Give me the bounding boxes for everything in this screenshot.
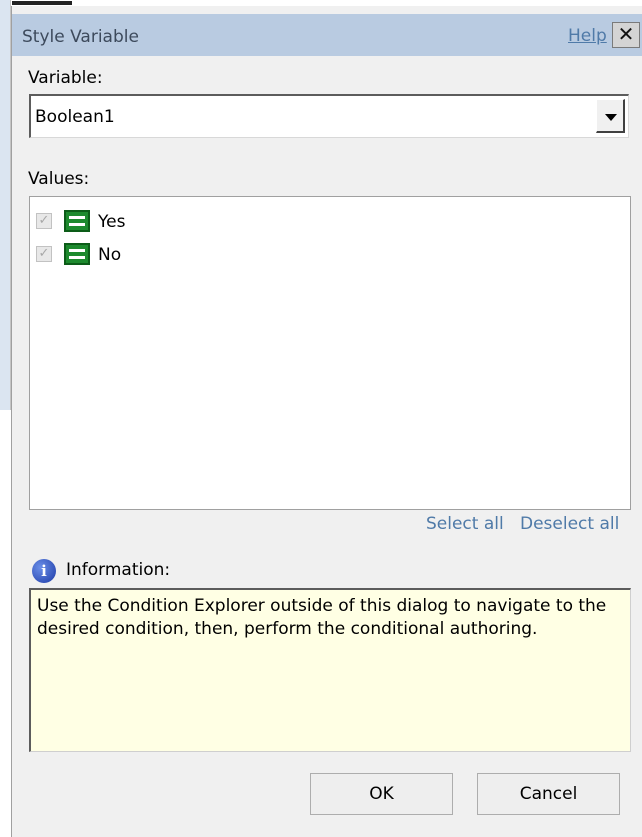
value-label-no: No: [98, 245, 122, 265]
value-checkbox-no[interactable]: ✓: [36, 246, 52, 262]
cancel-button[interactable]: Cancel: [477, 773, 620, 815]
help-link[interactable]: Help: [568, 26, 607, 46]
background-app-text: [12, 1, 72, 5]
values-label: Values:: [28, 169, 90, 189]
value-checkbox-yes[interactable]: ✓: [36, 213, 52, 229]
information-text: Use the Condition Explorer outside of th…: [29, 588, 631, 752]
boolean-value-icon: [64, 210, 90, 232]
close-button[interactable]: ✕: [612, 22, 640, 48]
boolean-value-icon: [64, 243, 90, 265]
variable-dropdown-button[interactable]: [596, 99, 625, 133]
info-icon: i: [32, 559, 56, 583]
deselect-all-link[interactable]: Deselect all: [520, 514, 619, 534]
background-app-panel: [0, 0, 10, 410]
dialog-title: Style Variable: [22, 27, 139, 47]
variable-select[interactable]: Boolean1: [29, 94, 629, 138]
select-all-link[interactable]: Select all: [426, 514, 504, 534]
chevron-down-icon: [605, 114, 617, 121]
ok-button[interactable]: OK: [310, 773, 453, 815]
style-variable-dialog: Style Variable Help ✕ Variable: Boolean1…: [11, 6, 642, 837]
dialog-titlebar[interactable]: Style Variable Help ✕: [12, 14, 642, 56]
variable-label: Variable:: [28, 68, 103, 88]
information-label: Information:: [66, 560, 171, 580]
close-icon: ✕: [617, 22, 635, 46]
variable-select-value: Boolean1: [35, 107, 115, 127]
values-list[interactable]: ✓ Yes ✓ No: [29, 196, 631, 510]
value-label-yes: Yes: [98, 212, 126, 232]
